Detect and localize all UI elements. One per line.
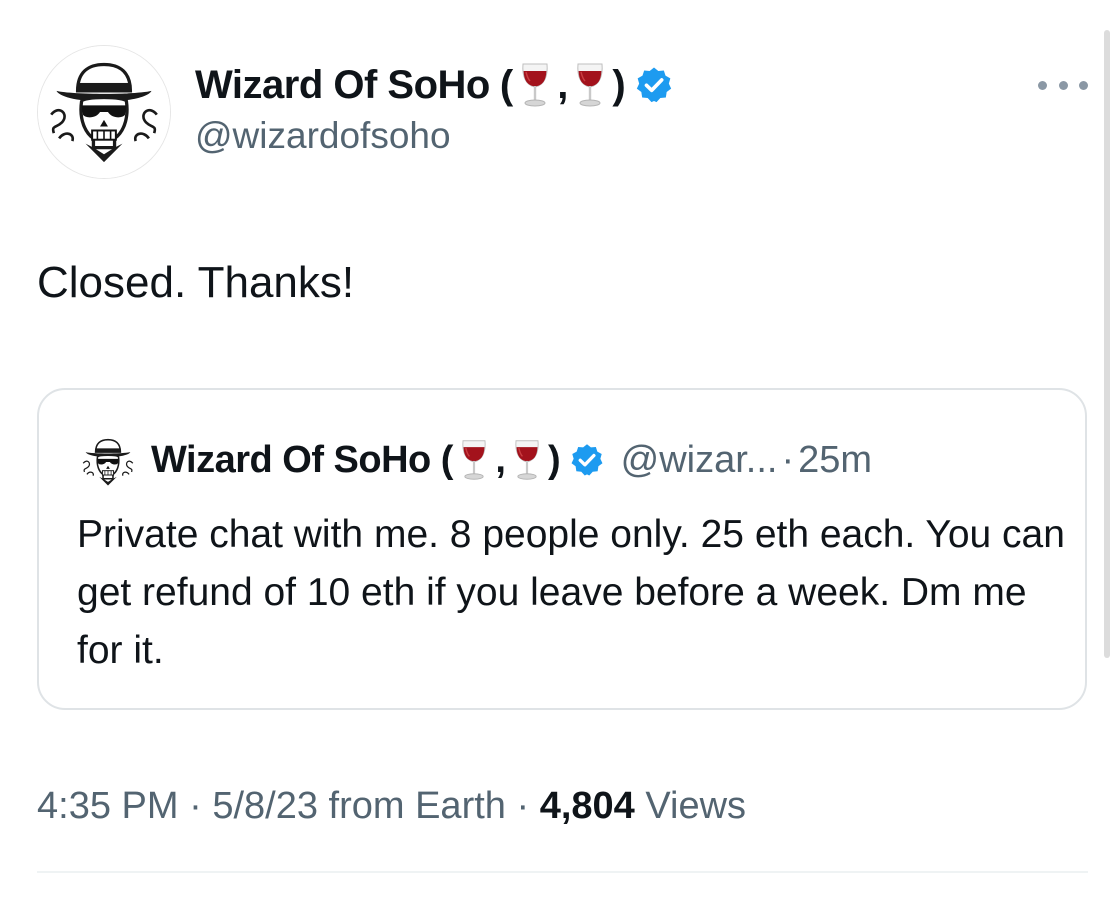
dot-separator: · bbox=[516, 785, 530, 827]
quoted-tweet-header: Wizard Of SoHo ( , ) @wizar... · 25m bbox=[151, 430, 872, 490]
more-options-icon bbox=[1079, 80, 1088, 90]
divider bbox=[37, 871, 1088, 873]
more-options-icon bbox=[1038, 80, 1047, 90]
author-handle[interactable]: @wizardofsoho bbox=[195, 115, 451, 157]
dot-separator: · bbox=[189, 785, 202, 827]
quoted-tweet-card[interactable]: Wizard Of SoHo ( , ) @wizar... · 25m Pri… bbox=[37, 388, 1087, 710]
skull-fedora-avatar-icon bbox=[38, 46, 170, 178]
more-options-icon bbox=[1058, 80, 1068, 90]
quoted-tweet-time[interactable]: 25m bbox=[798, 439, 872, 482]
wine-glass-icon bbox=[574, 61, 606, 109]
tweet-source: from Earth bbox=[328, 785, 506, 827]
views-count[interactable]: 4,804 bbox=[540, 785, 635, 827]
verified-badge-icon bbox=[569, 442, 605, 478]
name-open-paren: ( bbox=[440, 438, 454, 481]
more-options-button[interactable] bbox=[1038, 74, 1088, 96]
skull-fedora-avatar-icon bbox=[77, 431, 139, 493]
author-name-row[interactable]: Wizard Of SoHo ( , ) bbox=[195, 54, 674, 116]
name-open-paren: ( bbox=[499, 62, 514, 107]
quoted-author-name[interactable]: Wizard Of SoHo bbox=[151, 439, 431, 482]
quoted-author-handle[interactable]: @wizar... bbox=[621, 439, 778, 482]
dot-separator: · bbox=[781, 438, 795, 481]
name-close-paren: ) bbox=[547, 438, 561, 481]
author-avatar[interactable] bbox=[37, 45, 171, 179]
name-comma: , bbox=[495, 438, 506, 481]
views-label: Views bbox=[645, 785, 747, 827]
wine-glass-icon bbox=[519, 61, 551, 109]
tweet-meta: 4:35 PM · 5/8/23 from Earth · 4,804 View… bbox=[37, 785, 746, 828]
tweet-text: Closed. Thanks! bbox=[37, 258, 355, 307]
tweet-time[interactable]: 4:35 PM bbox=[37, 785, 179, 827]
scrollbar[interactable] bbox=[1104, 30, 1110, 658]
name-close-paren: ) bbox=[612, 62, 626, 107]
verified-badge-icon[interactable] bbox=[634, 65, 674, 105]
wine-glass-icon bbox=[512, 438, 542, 482]
wine-glass-icon bbox=[459, 438, 489, 482]
name-comma: , bbox=[557, 62, 569, 107]
tweet-date[interactable]: 5/8/23 bbox=[212, 785, 318, 827]
quoted-tweet-text: Private chat with me. 8 people only. 25 … bbox=[77, 513, 1065, 672]
quoted-author-avatar[interactable] bbox=[77, 431, 139, 493]
author-display-name[interactable]: Wizard Of SoHo bbox=[195, 63, 490, 108]
